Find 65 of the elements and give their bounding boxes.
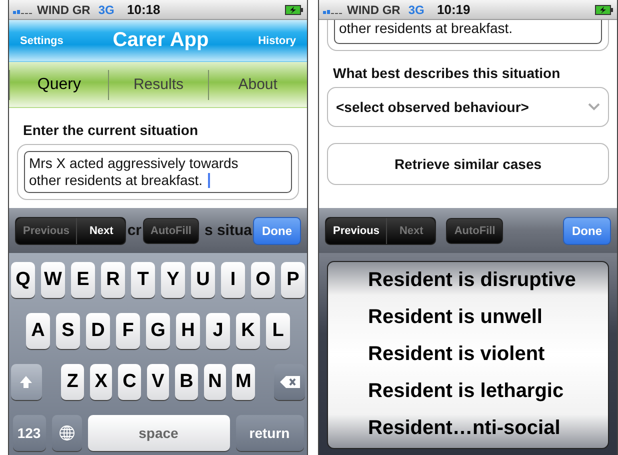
carrier-name: WIND GR	[37, 2, 90, 16]
select-value: <select observed behaviour>	[336, 99, 529, 115]
tab[interactable]: Query	[9, 70, 108, 100]
tab[interactable]: About	[208, 70, 307, 100]
picker-option[interactable]: Resident is unwell	[368, 299, 608, 335]
partly-hidden-heading-text: s situa	[203, 222, 253, 239]
retrieve-button[interactable]: Retrieve similar cases	[327, 143, 609, 185]
picker-option[interactable]: Resident is lethargic	[368, 373, 608, 409]
carrier-name: WIND GR	[347, 2, 400, 16]
keyboard-key[interactable]: V	[146, 364, 170, 400]
keyboard-key[interactable]: U	[191, 262, 215, 298]
behaviour-select[interactable]: <select observed behaviour>	[327, 87, 609, 127]
numbers-key[interactable]: 123	[12, 415, 46, 451]
charging-battery-icon	[285, 4, 303, 14]
keyboard-key[interactable]: L	[266, 313, 290, 349]
globe-key[interactable]	[52, 415, 82, 451]
section-heading: What best describes this situation	[333, 65, 562, 81]
picker-option[interactable]: Resident…nti-social	[368, 410, 608, 446]
clock-time: 10:18	[127, 2, 160, 17]
keyboard-key[interactable]: G	[146, 313, 170, 349]
keyboard-key[interactable]: F	[116, 313, 140, 349]
picker-option[interactable]: Resident is violent	[368, 336, 608, 372]
next-button[interactable]: Next	[76, 218, 126, 244]
up-arrow-icon	[19, 375, 34, 389]
keyboard-key[interactable]: I	[221, 262, 245, 298]
section-heading: Enter the current situation	[23, 122, 200, 138]
globe-icon	[58, 425, 74, 441]
keyboard-key[interactable]: B	[175, 364, 198, 400]
network-type: 3G	[408, 2, 424, 16]
keyboard-key[interactable]: O	[251, 262, 275, 298]
app-title: Carer App	[112, 29, 209, 52]
backspace-icon	[280, 376, 300, 388]
tab[interactable]: Results	[108, 70, 208, 100]
situation-text-field[interactable]: Mrs X acted aggressively towards other residents at breakfast.	[24, 151, 292, 193]
return-key[interactable]: return	[236, 415, 304, 451]
keyboard-key[interactable]: T	[131, 262, 155, 298]
partly-hidden-heading-text: cr	[126, 222, 142, 239]
network-type: 3G	[98, 2, 114, 16]
previous-button[interactable]: Previous	[326, 218, 386, 244]
keyboard-key[interactable]: E	[71, 262, 95, 298]
charging-battery-icon	[595, 4, 613, 14]
keyboard-key[interactable]: X	[90, 364, 112, 400]
keyboard-key[interactable]: W	[41, 262, 65, 298]
clock-time: 10:19	[437, 2, 470, 17]
keyboard-key[interactable]: S	[56, 313, 80, 349]
keyboard-key[interactable]: R	[101, 262, 125, 298]
space-key[interactable]: space	[88, 415, 230, 451]
keyboard-key[interactable]: D	[86, 313, 110, 349]
chevron-down-icon	[588, 103, 600, 111]
keyboard-key[interactable]: P	[281, 262, 305, 298]
picker-option[interactable]: Resident is disruptive	[368, 262, 608, 298]
situation-text-field[interactable]: other residents at breakfast.	[334, 20, 602, 44]
keyboard-key[interactable]: M	[232, 364, 255, 400]
keyboard-key[interactable]: N	[204, 364, 226, 400]
delete-key[interactable]	[274, 364, 306, 400]
keyboard-key[interactable]: Q	[11, 262, 35, 298]
keyboard-key[interactable]: Z	[61, 364, 84, 400]
shift-key[interactable]	[10, 364, 42, 400]
keyboard-key[interactable]: H	[176, 313, 200, 349]
picker-wheel[interactable]: Resident is disruptive Resident is unwell Resident is violent Resident is lethargic Resident…nti-social	[327, 261, 609, 449]
keyboard-key[interactable]: C	[118, 364, 141, 400]
keyboard-key[interactable]: K	[236, 313, 260, 349]
keyboard-key[interactable]: A	[26, 313, 50, 349]
keyboard-key[interactable]: J	[206, 313, 230, 349]
keyboard-key[interactable]: Y	[161, 262, 185, 298]
